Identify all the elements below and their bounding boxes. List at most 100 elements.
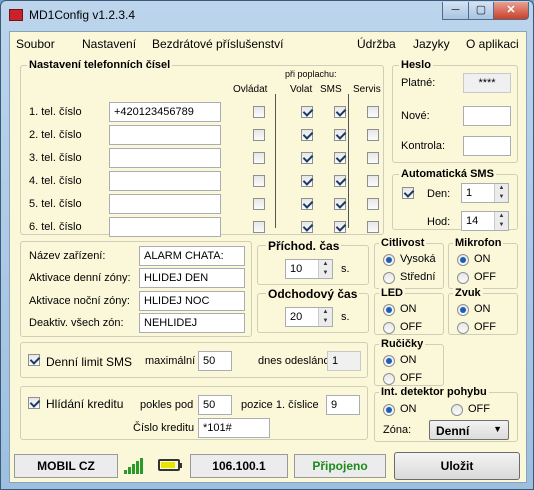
phone-sms-checkbox[interactable] xyxy=(334,221,346,233)
auto-sms-day-spinner[interactable]: 1 ▲ ▼ xyxy=(461,183,509,203)
deactivate-field[interactable]: NEHLIDEJ xyxy=(139,313,245,333)
phone-sms-checkbox[interactable] xyxy=(334,106,346,118)
credit-below-field[interactable]: 50 xyxy=(198,395,232,415)
spin-down-icon[interactable]: ▼ xyxy=(318,269,332,278)
hands-radio-off[interactable] xyxy=(383,373,395,385)
menu-soubor[interactable]: Soubor xyxy=(16,37,55,51)
menu-jazyky[interactable]: Jazyky xyxy=(413,37,450,51)
entry-delay-spinner[interactable]: 10 ▲ ▼ xyxy=(285,259,333,279)
motion-zone-label: Zóna: xyxy=(383,424,412,436)
phone-ovladat-checkbox[interactable] xyxy=(253,175,265,187)
phone-number-field[interactable] xyxy=(109,217,221,237)
phone-servis-checkbox[interactable] xyxy=(367,221,379,233)
auto-sms-hour-spinner[interactable]: 14 ▲ ▼ xyxy=(461,211,509,231)
title-bar[interactable]: MD1Config v1.2.3.4 ─ ▢ ✕ xyxy=(1,1,533,31)
col-header-sms: SMS xyxy=(320,84,342,95)
window: MD1Config v1.2.3.4 ─ ▢ ✕ Soubor Nastaven… xyxy=(0,0,534,490)
credit-number-field[interactable]: *101# xyxy=(198,418,270,438)
spin-down-icon[interactable]: ▼ xyxy=(318,317,332,326)
day-zone-field[interactable]: HLIDEJ DEN xyxy=(139,268,245,288)
motion-zone-select[interactable]: Denní ▼ xyxy=(429,420,509,440)
hands-radio-on[interactable] xyxy=(383,355,395,367)
phone-ovladat-checkbox[interactable] xyxy=(253,106,265,118)
close-button[interactable]: ✕ xyxy=(493,2,529,20)
menu-o-aplikaci[interactable]: O aplikaci xyxy=(466,37,519,51)
phone-number-field[interactable] xyxy=(109,171,221,191)
phone-ovladat-checkbox[interactable] xyxy=(253,221,265,233)
credit-below-label: pokles pod xyxy=(140,399,194,411)
column-divider xyxy=(348,94,349,228)
spin-up-icon[interactable]: ▲ xyxy=(318,260,332,269)
minimize-button[interactable]: ─ xyxy=(442,2,469,20)
phone-servis-checkbox[interactable] xyxy=(367,175,379,187)
status-bar: MOBIL CZ 106.100.1 Připojeno Uložit xyxy=(10,450,526,482)
signal-bar xyxy=(128,467,131,474)
phone-ovladat-checkbox[interactable] xyxy=(253,198,265,210)
phone-sms-checkbox[interactable] xyxy=(334,129,346,141)
sensitivity-radio-vysoká[interactable] xyxy=(383,254,395,266)
spin-down-icon[interactable]: ▼ xyxy=(494,193,508,202)
microphone-title: Mikrofon xyxy=(453,237,504,249)
phone-volat-checkbox[interactable] xyxy=(301,198,313,210)
credit-pos-field[interactable]: 9 xyxy=(326,395,360,415)
phone-number-field[interactable]: +420123456789 xyxy=(109,102,221,122)
microphone-radio-on[interactable] xyxy=(457,254,469,266)
hands-title: Ručičky xyxy=(379,338,426,350)
maximize-button[interactable]: ▢ xyxy=(468,2,494,20)
phone-label: 5. tel. číslo xyxy=(29,198,82,210)
motion-option-label: ON xyxy=(400,403,417,415)
led-radio-off[interactable] xyxy=(383,322,395,334)
signal-bar xyxy=(124,470,127,474)
phone-number-field[interactable] xyxy=(109,194,221,214)
menu-udrzba[interactable]: Údržba xyxy=(357,37,396,51)
phone-number-field[interactable] xyxy=(109,148,221,168)
spin-down-icon[interactable]: ▼ xyxy=(494,221,508,230)
night-zone-field[interactable]: HLIDEJ NOC xyxy=(139,291,245,311)
phone-volat-checkbox[interactable] xyxy=(301,129,313,141)
motion-radio-on[interactable] xyxy=(383,404,395,416)
device-name-field[interactable]: ALARM CHATA: xyxy=(139,246,245,266)
phone-ovladat-checkbox[interactable] xyxy=(253,152,265,164)
led-radio-on[interactable] xyxy=(383,304,395,316)
sound-group: Zvuk ON OFF xyxy=(448,287,518,335)
phone-servis-checkbox[interactable] xyxy=(367,152,379,164)
auto-sms-group: Automatická SMS Den: 1 ▲ ▼ Hod: 14 ▲ ▼ xyxy=(392,168,518,231)
phone-volat-checkbox[interactable] xyxy=(301,221,313,233)
phone-servis-checkbox[interactable] xyxy=(367,129,379,141)
phones-group: Nastavení telefonních čísel při poplachu… xyxy=(20,59,384,237)
exit-delay-spinner[interactable]: 20 ▲ ▼ xyxy=(285,307,333,327)
phone-volat-checkbox[interactable] xyxy=(301,106,313,118)
save-button[interactable]: Uložit xyxy=(394,452,520,480)
microphone-radio-off[interactable] xyxy=(457,272,469,284)
phone-sms-checkbox[interactable] xyxy=(334,198,346,210)
phone-sms-checkbox[interactable] xyxy=(334,152,346,164)
menu-nastaveni[interactable]: Nastavení xyxy=(82,37,136,51)
phone-servis-checkbox[interactable] xyxy=(367,198,379,210)
sms-limit-checkbox[interactable] xyxy=(28,354,40,366)
menu-bezdratove[interactable]: Bezdrátové příslušenství xyxy=(152,37,283,51)
phone-volat-checkbox[interactable] xyxy=(301,152,313,164)
spin-up-icon[interactable]: ▲ xyxy=(494,184,508,193)
device-names-group: Název zařízení: ALARM CHATA: Aktivace de… xyxy=(20,241,252,337)
password-confirm-field[interactable] xyxy=(463,136,511,156)
led-option-label: ON xyxy=(400,303,417,315)
exit-delay-unit: s. xyxy=(341,311,350,323)
window-title: MD1Config v1.2.3.4 xyxy=(29,8,136,22)
sound-radio-on[interactable] xyxy=(457,304,469,316)
phone-ovladat-checkbox[interactable] xyxy=(253,129,265,141)
phone-volat-checkbox[interactable] xyxy=(301,175,313,187)
spin-up-icon[interactable]: ▲ xyxy=(318,308,332,317)
sms-max-field[interactable]: 50 xyxy=(198,351,232,371)
motion-radio-off[interactable] xyxy=(451,404,463,416)
microphone-option-label: ON xyxy=(474,253,491,265)
spin-up-icon[interactable]: ▲ xyxy=(494,212,508,221)
sound-radio-off[interactable] xyxy=(457,322,469,334)
password-new-field[interactable] xyxy=(463,106,511,126)
sensitivity-radio-střední[interactable] xyxy=(383,272,395,284)
credit-checkbox[interactable] xyxy=(28,397,40,409)
microphone-group: Mikrofon ON OFF xyxy=(448,237,518,289)
phone-sms-checkbox[interactable] xyxy=(334,175,346,187)
phone-number-field[interactable] xyxy=(109,125,221,145)
phone-servis-checkbox[interactable] xyxy=(367,106,379,118)
auto-sms-checkbox[interactable] xyxy=(402,187,414,199)
